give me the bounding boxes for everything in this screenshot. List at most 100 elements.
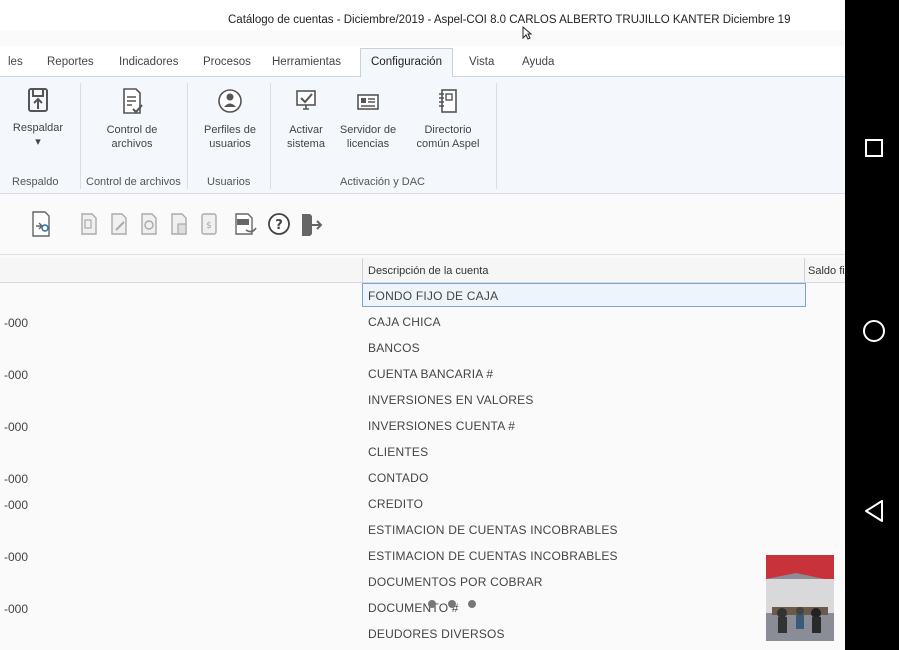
table-row[interactable]: CLIENTES [0,438,845,464]
header-divider [362,258,363,282]
account-description: ESTIMACION DE CUENTAS INCOBRABLES [368,523,618,537]
file-control-icon [123,88,143,114]
account-description: CAJA CHICA [368,315,441,329]
account-number: -000 [4,550,29,564]
balance-icon[interactable]: $ [198,210,220,238]
header-divider [804,258,805,282]
copy-document-icon[interactable] [78,210,100,238]
file-control-label: Control de archivos [106,124,158,150]
title-bar: Catálogo de cuentas - Diciembre/2019 - A… [0,0,845,40]
table-row[interactable]: -000 CREDITO [0,490,845,516]
overlay-dot [448,600,456,608]
column-header-description[interactable]: Descripción de la cuenta [368,265,488,277]
file-control-button[interactable]: Control de archivos [96,87,168,151]
menu-item-vista[interactable]: Vista [469,56,494,68]
window-title: Catálogo de cuentas - Diciembre/2019 - A… [228,14,791,26]
account-number: -000 [4,498,29,512]
edit-document-icon[interactable] [108,210,130,238]
ribbon-configuracion: Respaldar ▾ Control de archivos Perfiles… [0,77,845,194]
home-icon[interactable] [862,319,886,343]
account-number: -000 [4,368,29,382]
table-row[interactable]: -000 CONTADO [0,464,845,490]
account-description: BANCOS [368,341,420,355]
menu-item-configuracion[interactable]: Configuración [360,48,453,77]
toolbar: $ ? [0,194,845,255]
account-description: FONDO FIJO DE CAJA [368,289,499,303]
table-row[interactable]: DOCUMENTOS POR COBRAR [0,568,845,594]
activate-icon [296,90,316,110]
account-description: DOCUMENTO # [368,601,459,615]
account-description: DOCUMENTOS POR COBRAR [368,575,543,589]
mouse-cursor-icon [522,26,532,40]
import-file-icon[interactable] [28,210,54,238]
account-description: INVERSIONES CUENTA # [368,419,516,433]
activate-system-label: Activar sistema [287,124,325,150]
user-profiles-label: Perfiles de usuarios [204,124,256,150]
table-row[interactable]: FONDO FIJO DE CAJA [0,282,845,308]
menu-item-procesos[interactable]: Procesos [203,56,251,68]
common-directory-button[interactable]: Directorio común Aspel [412,87,484,151]
column-header-saldo[interactable]: Saldo fi [808,265,845,277]
table-row[interactable]: -000 ESTIMACION DE CUENTAS INCOBRABLES [0,542,845,568]
grid-header: Descripción de la cuenta Saldo fi [0,258,845,283]
license-server-label: Servidor de licencias [339,124,397,150]
table-row[interactable]: -000 INVERSIONES CUENTA # [0,412,845,438]
overlay-dot [468,600,476,608]
common-directory-label: Directorio común Aspel [416,124,480,150]
overlay-dot [428,600,436,608]
user-profile-icon [218,89,242,113]
account-description: CLIENTES [368,445,429,459]
menu-item-archivos[interactable]: les [8,56,23,68]
recent-apps-icon[interactable] [864,138,884,158]
account-description: INVERSIONES EN VALORES [368,393,534,407]
license-server-icon [357,94,379,110]
group-label-activacion: Activación y DAC [340,176,425,188]
group-label-usuarios: Usuarios [207,176,251,188]
account-number: -000 [4,316,29,330]
camera-preview-image [766,555,834,641]
backup-button[interactable]: Respaldar ▾ [8,87,68,149]
ribbon-separator [80,83,81,189]
menu-item-indicadores[interactable]: Indicadores [119,56,178,68]
backup-icon [28,88,48,112]
accounts-grid: Descripción de la cuenta Saldo fi FONDO … [0,258,845,650]
group-label-control-archivos: Control de archivos [86,176,181,188]
back-icon[interactable] [863,499,885,523]
menu-item-ayuda[interactable]: Ayuda [522,56,554,68]
menu-item-herramientas[interactable]: Herramientas [272,56,341,68]
table-row[interactable]: -000 CUENTA BANCARIA # [0,360,845,386]
ribbon-separator [187,83,188,189]
account-number: -000 [4,472,29,486]
account-number: -000 [4,420,29,434]
account-description: CREDITO [368,497,424,511]
export-xml-icon[interactable] [232,210,258,238]
group-label-respaldo: Respaldo [12,176,59,188]
table-row[interactable]: ESTIMACION DE CUENTAS INCOBRABLES [0,516,845,542]
account-description: ESTIMACION DE CUENTAS INCOBRABLES [368,549,618,563]
table-row[interactable]: -000 CAJA CHICA [0,308,845,334]
video-call-thumbnail[interactable] [766,555,834,641]
delete-document-icon[interactable] [168,210,190,238]
account-description: CONTADO [368,471,429,485]
table-row[interactable]: INVERSIONES EN VALORES [0,386,845,412]
user-profiles-button[interactable]: Perfiles de usuarios [198,87,262,151]
license-server-button[interactable]: Servidor de licencias [336,87,400,151]
svg-text:?: ? [275,218,283,233]
ribbon-separator [270,83,271,189]
table-row[interactable]: BANCOS [0,334,845,360]
account-description: DEUDORES DIVERSOS [368,627,505,641]
print-preview-icon[interactable] [138,210,160,238]
table-row[interactable]: DEUDORES DIVERSOS [0,620,845,646]
table-row[interactable]: -000 DOCUMENTO # [0,594,845,620]
ribbon-separator [496,83,497,189]
directory-icon [439,89,457,113]
exit-icon[interactable] [298,210,324,238]
svg-text:$: $ [206,221,212,231]
account-number: -000 [4,602,29,616]
android-navigation-bar [845,0,899,650]
help-icon[interactable]: ? [266,210,292,238]
aspel-coi-window: Catálogo de cuentas - Diciembre/2019 - A… [0,0,845,650]
backup-label: Respaldar ▾ [12,122,64,148]
menu-item-reportes[interactable]: Reportes [47,56,94,68]
activate-system-button[interactable]: Activar sistema [280,87,332,151]
